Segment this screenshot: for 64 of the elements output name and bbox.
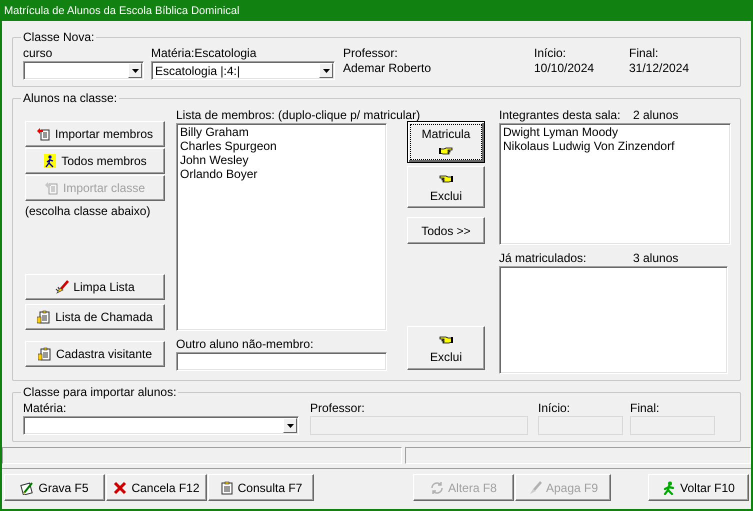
end-date: 31/12/2024: [629, 61, 690, 75]
import-button[interactable]: Importar membros: [25, 121, 165, 147]
label: Integrantes desta sala:: [499, 108, 622, 122]
group-title: Alunos na classe:: [21, 91, 120, 105]
list-item[interactable]: Nikolaus Ludwig Von Zinzendorf: [503, 139, 727, 153]
clipboard-icon: [38, 347, 52, 361]
input-field[interactable]: [176, 352, 387, 371]
list-item[interactable]: Billy Graham: [180, 125, 383, 139]
running-figure-icon: [662, 480, 676, 494]
caret-icon: [286, 424, 294, 428]
toolbar-button[interactable]: Cancela F12: [106, 474, 207, 501]
document-icon: [36, 127, 51, 141]
clipboard-icon: [220, 480, 234, 494]
label: Final:: [630, 401, 660, 415]
subject-dropdown[interactable]: Escatologia |:4:|: [151, 61, 335, 80]
brush-icon: [55, 280, 70, 294]
list-item[interactable]: Orlando Boyer: [180, 167, 383, 181]
toolbar-button[interactable]: Consulta F7: [208, 474, 314, 501]
refresh-icon: [430, 480, 444, 494]
caret-icon: [322, 68, 330, 72]
caret-icon: [132, 68, 138, 72]
clipboard-icon: [37, 310, 52, 324]
label: Final:: [629, 46, 658, 60]
toolbar-button[interactable]: Grava F5: [4, 474, 105, 501]
count: 3 alunos: [633, 251, 680, 265]
subject-dropdown[interactable]: [23, 416, 299, 435]
label: Já matriculados:: [499, 251, 588, 265]
start-date: 10/10/2024: [534, 61, 596, 75]
professor-value: Ademar Roberto: [343, 61, 432, 75]
label: Professor:: [310, 401, 365, 415]
remove-button[interactable]: Exclui: [407, 326, 485, 370]
label: curso: [23, 46, 52, 60]
label: Início:: [538, 401, 570, 415]
list-item[interactable]: John Wesley: [180, 153, 383, 167]
transfer-button[interactable]: Matricula: [407, 121, 485, 163]
group-title: Classe Nova:: [21, 30, 96, 44]
label: Outro aluno não-membro:: [176, 337, 314, 351]
members-list[interactable]: Billy Graham Charles Spurgeon John Wesley Orlando Boyer: [176, 123, 387, 331]
enrolled-list[interactable]: [499, 266, 728, 374]
list-item[interactable]: Charles Spurgeon: [180, 139, 383, 153]
label: Matéria:: [23, 401, 66, 415]
list-item[interactable]: Dwight Lyman Moody: [503, 125, 727, 139]
label: Matéria:Escatologia: [151, 46, 256, 60]
list-button[interactable]: Limpa Lista: [25, 274, 165, 300]
document-icon: [44, 181, 59, 195]
label: Professor:: [343, 46, 398, 60]
course-dropdown[interactable]: [23, 61, 144, 80]
pencil-document-icon: [20, 480, 34, 494]
list-button[interactable]: Cadastra visitante: [25, 341, 165, 367]
brush-icon: [528, 480, 542, 494]
room-list[interactable]: Dwight Lyman Moody Nikolaus Ludwig Von Zinzendorf: [499, 123, 731, 245]
transfer-button[interactable]: Exclui: [407, 166, 485, 208]
close-icon: [113, 480, 128, 494]
hint-text: (escolha classe abaixo): [25, 204, 152, 218]
label: Início:: [534, 46, 566, 60]
transfer-button[interactable]: Todos >>: [407, 217, 485, 244]
count: 2 alunos: [633, 108, 680, 122]
group-title: Classe para importar alunos:: [21, 385, 178, 399]
walking-figure-icon: [43, 154, 58, 168]
import-button[interactable]: Todos membros: [25, 148, 165, 174]
toolbar-button[interactable]: Voltar F10: [648, 474, 749, 501]
list-button[interactable]: Lista de Chamada: [25, 304, 165, 330]
window-title: Matrícula de Alunos da Escola Bíblica Dominical: [0, 0, 753, 21]
label: Lista de membros: (duplo-clique p/ matricular): [176, 108, 420, 122]
